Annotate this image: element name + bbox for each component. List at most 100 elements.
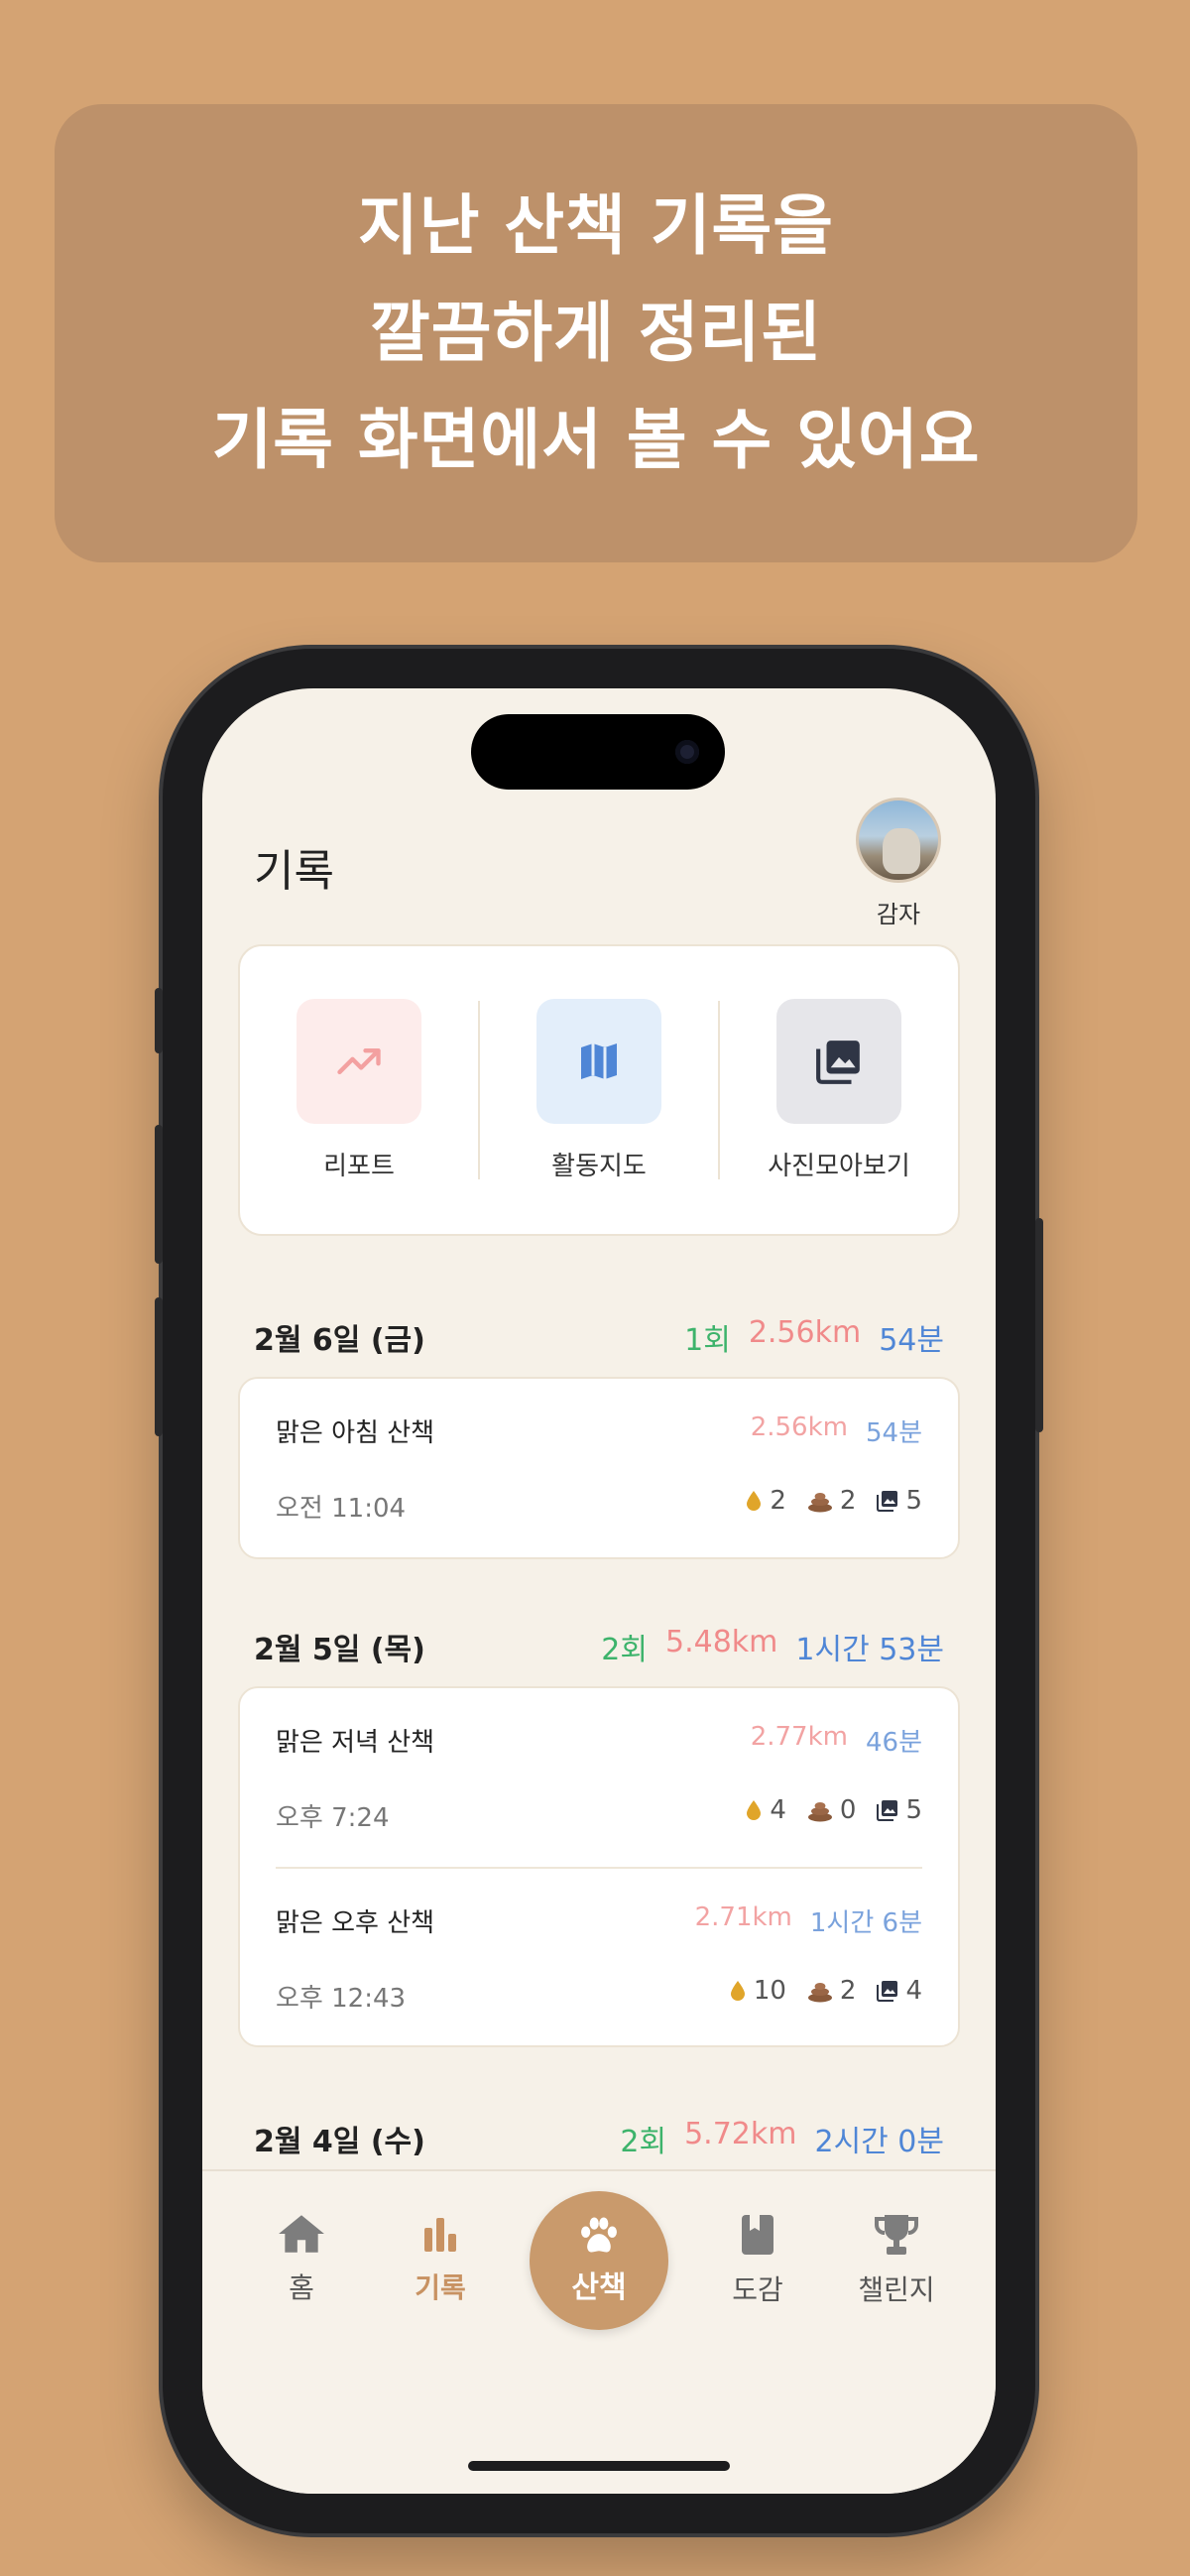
walk-name: 맑은 오후 산책 <box>276 1908 435 1938</box>
total-duration: 2시간 0분 <box>814 2125 944 2159</box>
action-button <box>155 988 163 1053</box>
pee-count: 2 <box>770 1486 786 1516</box>
start-walk-button[interactable]: 산책 <box>530 2191 668 2330</box>
poop-counter: 0 <box>806 1795 857 1825</box>
day-header: 2월 4일 (수) 2회 5.72km 2시간 0분 <box>254 2117 944 2160</box>
total-distance: 5.48km <box>664 1625 778 1659</box>
photo-icon <box>877 1981 898 2002</box>
book-icon <box>742 2215 774 2255</box>
map-icon <box>536 998 661 1124</box>
volume-up-button <box>155 1125 163 1264</box>
walk-start-time: 오전 11:04 <box>276 1494 407 1524</box>
report-button[interactable]: 리포트 <box>240 998 478 1182</box>
photo-count: 5 <box>905 1795 922 1825</box>
poop-count: 0 <box>839 1795 857 1825</box>
walk-counters: 10 2 4 <box>728 1976 922 2006</box>
photo-count: 4 <box>905 1976 922 2006</box>
walk-name: 맑은 저녁 산책 <box>276 1728 435 1758</box>
day-header: 2월 5일 (목) 2회 5.48km 1시간 53분 <box>254 1625 944 1668</box>
profile-button[interactable]: 감자 <box>853 797 944 929</box>
total-duration: 1시간 53분 <box>795 1633 944 1667</box>
banner-line-2: 깔끔하게 정리된 <box>369 295 823 371</box>
activity-map-button[interactable]: 활동지도 <box>480 998 718 1182</box>
poop-counter: 2 <box>806 1976 857 2006</box>
day-summary: 2회 5.72km 2시간 0분 <box>620 2117 944 2160</box>
walk-stats: 2.56km 54분 <box>751 1412 922 1449</box>
page-title: 기록 <box>254 846 334 897</box>
home-indicator[interactable] <box>468 2461 730 2471</box>
walk-duration: 1시간 6분 <box>809 1908 922 1938</box>
total-duration: 54분 <box>879 1323 944 1358</box>
day-header: 2월 6일 (금) 1회 2.56km 54분 <box>254 1315 944 1359</box>
droplet-icon <box>730 1981 745 2001</box>
poop-count: 2 <box>839 1486 857 1516</box>
tab-records-label: 기록 <box>415 2271 466 2304</box>
photo-gallery-button[interactable]: 사진모아보기 <box>720 998 958 1182</box>
start-walk-label: 산책 <box>571 2270 627 2305</box>
pee-count: 4 <box>770 1795 786 1825</box>
banner-line-1: 지난 산책 기록을 <box>358 187 834 264</box>
walk-start-time: 오후 12:43 <box>276 1984 407 2014</box>
walk-distance: 2.71km <box>694 1902 792 1932</box>
day-date: 2월 5일 (목) <box>254 1633 425 1667</box>
walk-counters: 4 0 5 <box>744 1795 922 1825</box>
walk-start-time: 오후 7:24 <box>276 1803 390 1833</box>
walk-record[interactable]: 맑은 저녁 산책 2.77km 46분 오후 7:24 4 0 5 <box>276 1688 922 1867</box>
report-label: 리포트 <box>323 1151 395 1181</box>
walk-duration: 46분 <box>865 1728 922 1758</box>
walk-counters: 2 2 5 <box>744 1486 922 1516</box>
walk-count: 1회 <box>684 1323 731 1358</box>
walk-record[interactable]: 맑은 아침 산책 2.56km 54분 오전 11:04 2 2 5 <box>276 1379 922 1557</box>
pee-count: 10 <box>753 1976 786 2006</box>
tab-challenge[interactable]: 챌린지 <box>837 2211 956 2308</box>
droplet-icon <box>747 1491 762 1511</box>
camera-icon <box>675 740 699 764</box>
photo-icon <box>877 1491 898 1512</box>
walk-record[interactable]: 맑은 오후 산책 2.71km 1시간 6분 오후 12:43 10 2 4 <box>276 1867 922 2045</box>
tab-home-label: 홈 <box>289 2271 314 2304</box>
trophy-icon <box>875 2215 918 2255</box>
dynamic-island <box>471 714 725 790</box>
tab-challenge-label: 챌린지 <box>858 2273 935 2306</box>
promo-banner: 지난 산책 기록을 깔끔하게 정리된 기록 화면에서 볼 수 있어요 <box>55 104 1137 562</box>
pee-counter: 2 <box>744 1486 786 1516</box>
paw-icon <box>581 2217 617 2253</box>
walk-stats: 2.71km 1시간 6분 <box>695 1902 922 1939</box>
poop-icon <box>807 1802 832 1822</box>
photo-counter: 4 <box>876 1976 922 2006</box>
tab-dex[interactable]: 도감 <box>698 2211 817 2308</box>
droplet-icon <box>747 1800 762 1820</box>
walk-count: 2회 <box>601 1633 648 1667</box>
walk-duration: 54분 <box>865 1418 922 1448</box>
total-distance: 2.56km <box>748 1315 862 1350</box>
tab-bar: 홈 기록 산책 도감 챌린지 <box>202 2169 996 2494</box>
trend-chart-icon <box>297 998 421 1124</box>
poop-count: 2 <box>839 1976 857 2006</box>
dog-photo <box>883 828 920 874</box>
photo-gallery-label: 사진모아보기 <box>768 1151 910 1181</box>
day-summary: 2회 5.48km 1시간 53분 <box>601 1625 944 1668</box>
walk-count: 2회 <box>620 2125 667 2159</box>
banner-line-3: 기록 화면에서 볼 수 있어요 <box>211 402 981 478</box>
photo-count: 5 <box>905 1486 922 1516</box>
photo-icon <box>877 1800 898 1821</box>
walk-stats: 2.77km 46분 <box>751 1722 922 1759</box>
pee-counter: 10 <box>728 1976 786 2006</box>
day-date: 2월 4일 (수) <box>254 2125 425 2159</box>
walk-card: 맑은 아침 산책 2.56km 54분 오전 11:04 2 2 5 <box>238 1377 960 1559</box>
app-screen: 기록 감자 리포트 활동지도 사진모아보기 2월 6일 (금) 1회 2.56k… <box>202 688 996 2494</box>
photo-counter: 5 <box>876 1486 922 1516</box>
poop-counter: 2 <box>806 1486 857 1516</box>
day-date: 2월 6일 (금) <box>254 1323 425 1358</box>
home-icon <box>279 2215 324 2253</box>
avatar[interactable] <box>856 797 941 883</box>
tab-home[interactable]: 홈 <box>242 2211 361 2306</box>
walk-card: 맑은 저녁 산책 2.77km 46분 오후 7:24 4 0 5 맑은 오후 … <box>238 1686 960 2047</box>
profile-name: 감자 <box>876 901 921 928</box>
walk-distance: 2.77km <box>750 1722 848 1752</box>
poop-icon <box>807 1983 832 2003</box>
activity-map-label: 활동지도 <box>551 1151 647 1181</box>
power-button <box>1035 1218 1043 1432</box>
photo-library-icon <box>776 998 901 1124</box>
tab-records[interactable]: 기록 <box>381 2211 500 2306</box>
